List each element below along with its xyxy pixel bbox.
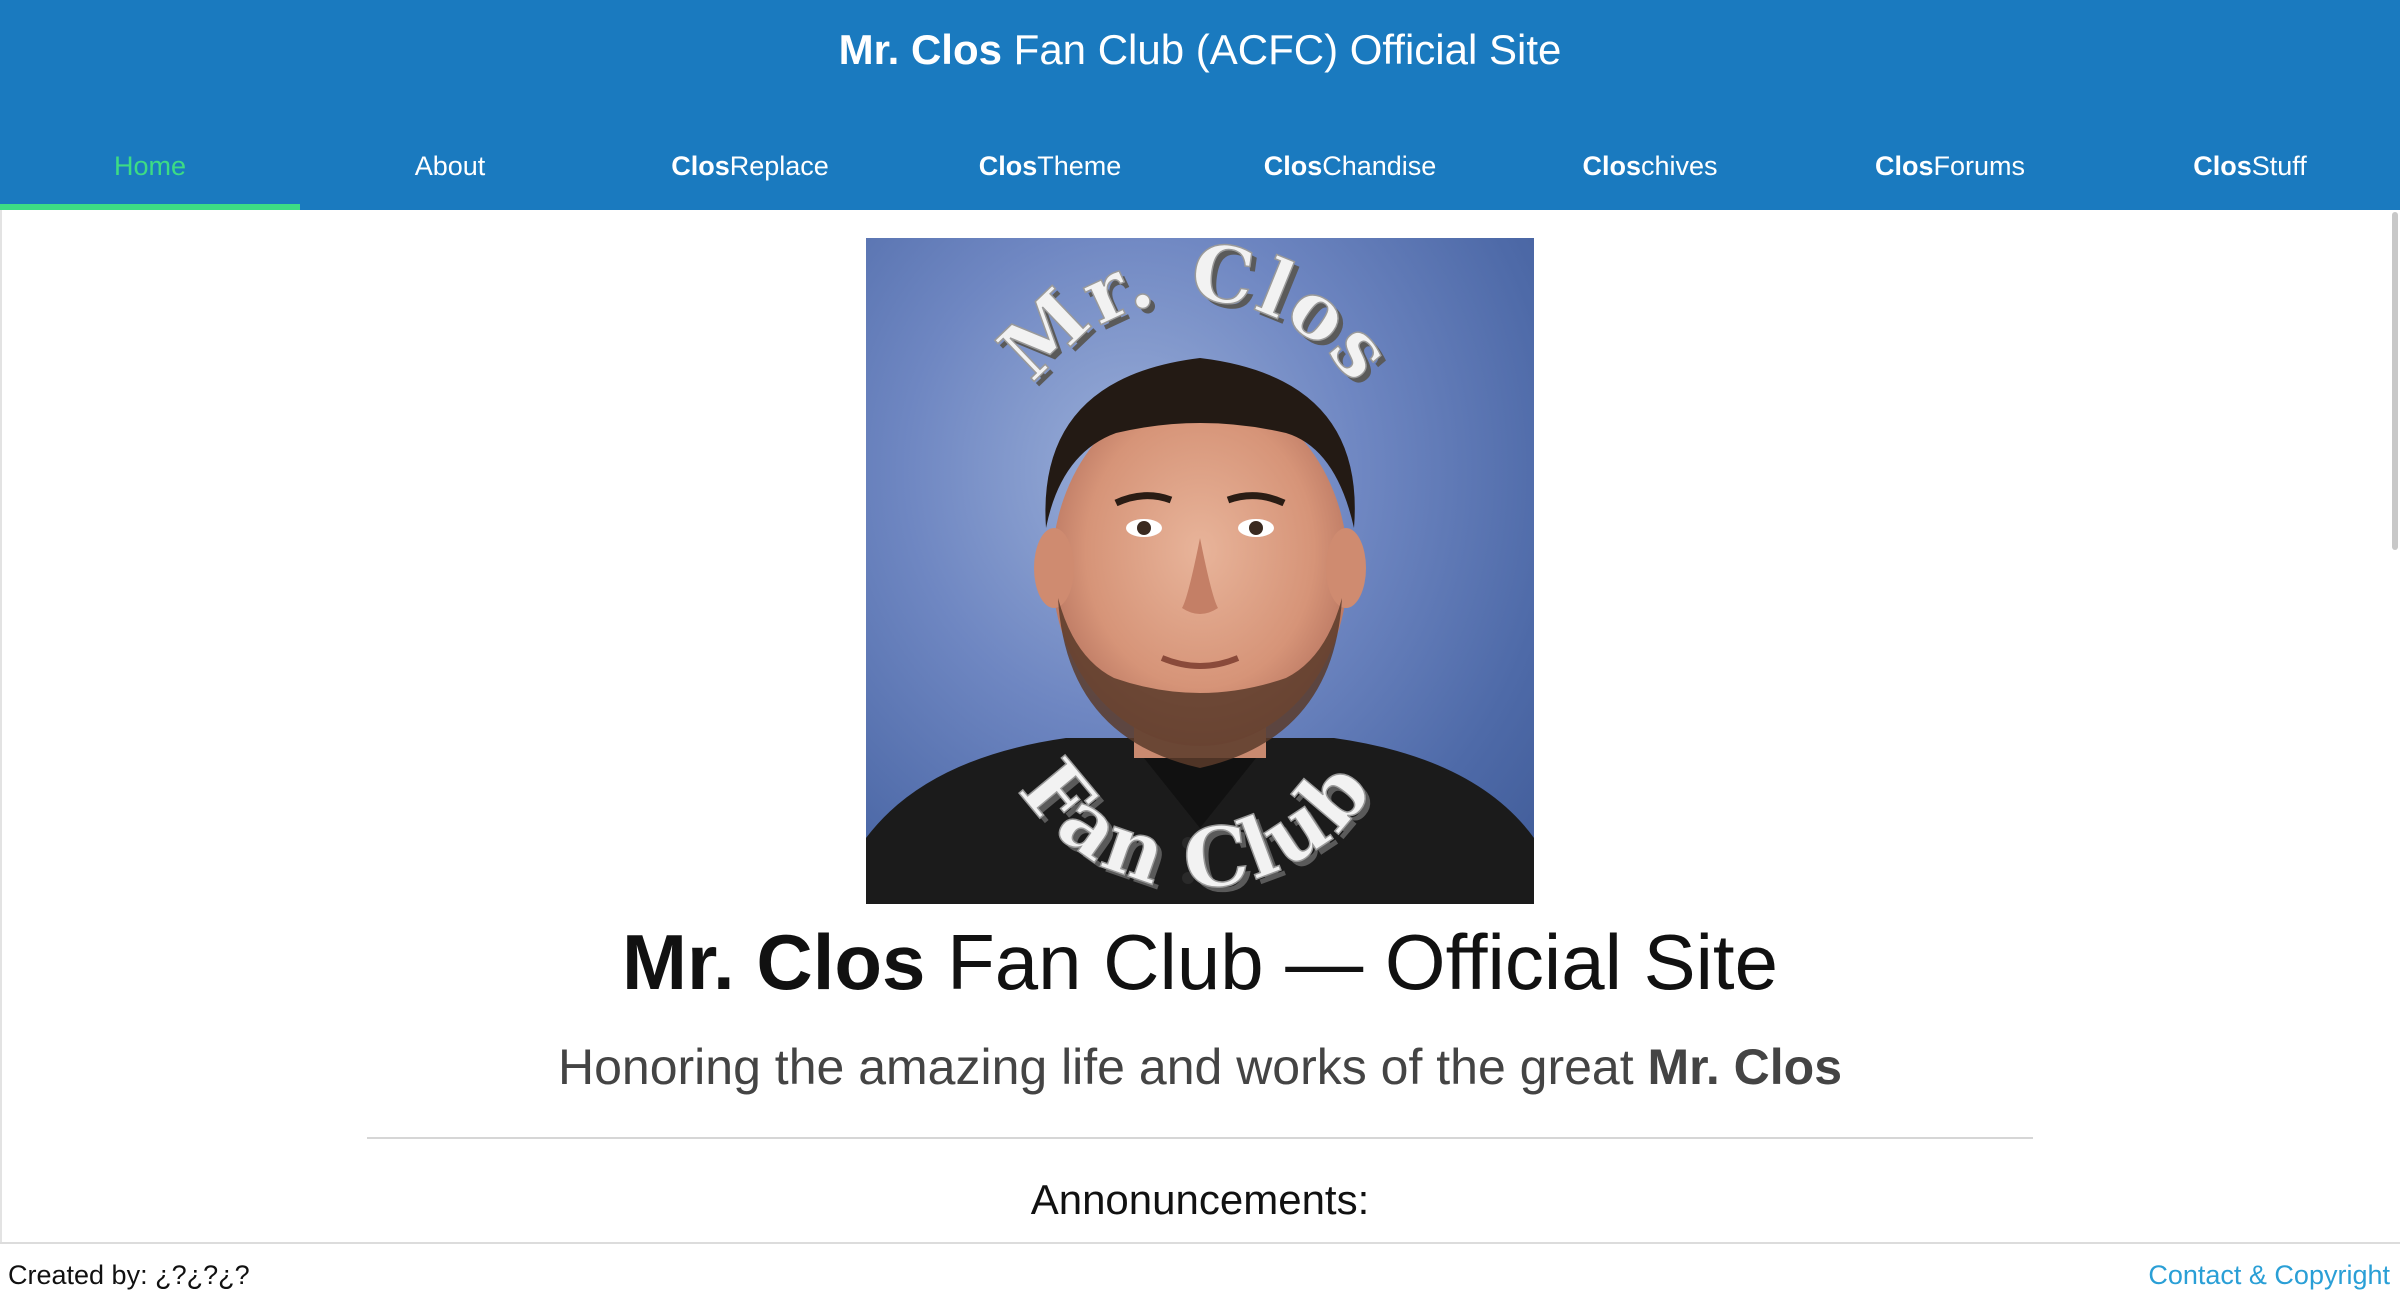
created-by-text: Created by: ¿?¿?¿? xyxy=(8,1260,250,1290)
nav-item-prefix: Clos xyxy=(978,151,1038,181)
nav-item-closstuff[interactable]: ClosStuff xyxy=(2100,130,2400,210)
site-title-bold: Mr. Clos xyxy=(838,26,1002,73)
page-subtitle-text: Honoring the amazing life and works of t… xyxy=(558,1039,1648,1095)
nav-item-prefix: Clos xyxy=(1582,151,1641,181)
scrollbar-thumb[interactable] xyxy=(2392,212,2398,550)
nav-item-label: Theme xyxy=(1037,151,1122,181)
page-title-bold: Mr. Clos xyxy=(622,918,926,1006)
nav-item-closchandise[interactable]: ClosChandise xyxy=(1200,130,1500,210)
fan-club-logo: Mr. Clos Mr. Clos Fan Club Fan Club xyxy=(866,238,1534,904)
main-nav: Home About ClosReplace ClosTheme ClosCha… xyxy=(0,130,2400,210)
site-title-rest: Fan Club (ACFC) Official Site xyxy=(1002,26,1562,73)
nav-item-prefix: Clos xyxy=(1263,151,1323,181)
section-divider xyxy=(367,1137,2033,1139)
site-title: Mr. Clos Fan Club (ACFC) Official Site xyxy=(0,22,2400,78)
nav-item-home[interactable]: Home xyxy=(0,130,300,210)
nav-item-prefix: Clos xyxy=(671,151,730,181)
nav-item-closforums[interactable]: ClosForums xyxy=(1800,130,2100,210)
nav-item-label: Stuff xyxy=(2251,151,2307,181)
nav-item-label: About xyxy=(414,151,486,181)
page-title: Mr. Clos Fan Club — Official Site xyxy=(0,912,2400,1012)
contact-copyright-link[interactable]: Contact & Copyright xyxy=(2148,1258,2390,1292)
page-footer: Created by: ¿?¿?¿? Contact & Copyright xyxy=(0,1242,2400,1303)
nav-item-label: chives xyxy=(1640,151,1718,181)
page-subtitle: Honoring the amazing life and works of t… xyxy=(0,1032,2400,1102)
nav-item-label: Chandise xyxy=(1322,151,1437,181)
nav-item-closchives[interactable]: Closchives xyxy=(1500,130,1800,210)
nav-item-label: Replace xyxy=(729,151,829,181)
nav-item-about[interactable]: About xyxy=(300,130,600,210)
page-subtitle-bold: Mr. Clos xyxy=(1647,1039,1842,1095)
nav-item-prefix: Clos xyxy=(2193,151,2252,181)
page-title-rest: Fan Club — Official Site xyxy=(925,918,1778,1006)
nav-item-label: Home xyxy=(113,151,187,181)
announcements-heading: Annonuncements: xyxy=(1030,1176,1370,1223)
site-header: Mr. Clos Fan Club (ACFC) Official Site H… xyxy=(0,0,2400,210)
nav-item-prefix: Clos xyxy=(1874,151,1934,181)
nav-item-closreplace[interactable]: ClosReplace xyxy=(600,130,900,210)
nav-item-label: Forums xyxy=(1933,151,2026,181)
nav-item-clostheme[interactable]: ClosTheme xyxy=(900,130,1200,210)
